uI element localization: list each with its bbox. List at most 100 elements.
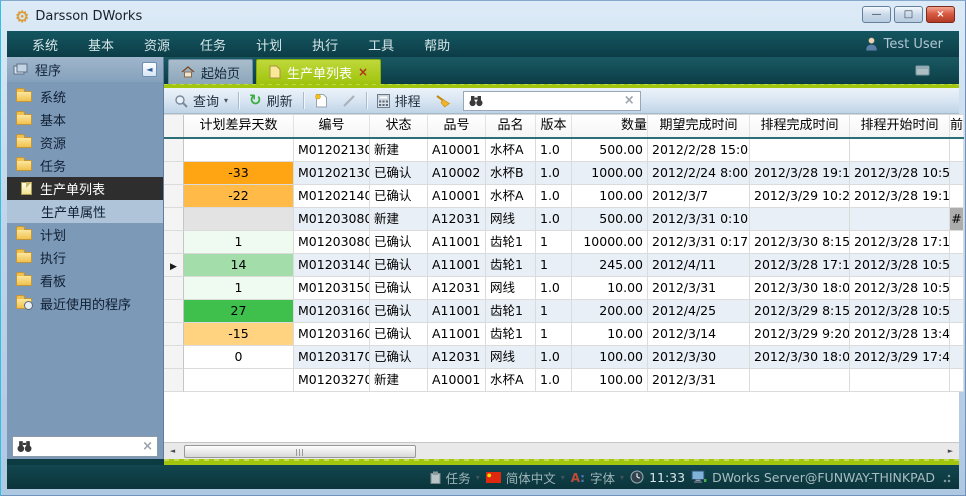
production-order-table: 计划差异天数 编号 状态 品号 品名 版本 数量 期望完成时间 排程完成时间 排… — [164, 114, 964, 392]
sidebar-item[interactable]: 资源 — [7, 131, 163, 154]
user-badge[interactable]: Test User — [865, 37, 949, 52]
sidebar-item[interactable]: 任务 — [7, 154, 163, 177]
table-header-row: 计划差异天数 编号 状态 品号 品名 版本 数量 期望完成时间 排程完成时间 排… — [164, 114, 964, 139]
tab-close-icon[interactable]: × — [358, 66, 368, 78]
cell-order-no: M012030802 — [294, 231, 370, 254]
header-diff-days[interactable]: 计划差异天数 — [184, 115, 294, 137]
grid-filter-input[interactable] — [488, 94, 619, 108]
table-row[interactable]: M012032701 新建 A10001 水杯A 1.0 100.00 2012… — [164, 369, 964, 392]
table-row[interactable]: ▶ 14 M012031402 已确认 A11001 齿轮1 1 245.00 … — [164, 254, 964, 277]
table-row[interactable]: -15 M012031602 已确认 A11001 齿轮1 1 10.00 20… — [164, 323, 964, 346]
menu-item[interactable]: 任务 — [185, 35, 241, 54]
status-task-menu[interactable]: 任务 ▾ — [430, 468, 480, 487]
language-caret-icon: ▾ — [561, 473, 565, 482]
sidebar-search-box: × — [12, 436, 158, 457]
resize-grip[interactable] — [941, 471, 951, 483]
menu-item[interactable]: 系统 — [17, 35, 73, 54]
cell-sched-finish: 2012/3/30 8:15 — [750, 231, 850, 254]
menu-item[interactable]: 帮助 — [409, 35, 465, 54]
sidebar-item[interactable]: 看板 — [7, 269, 163, 292]
header-expected-finish[interactable]: 期望完成时间 — [648, 115, 750, 137]
sidebar-item-label: 系统 — [40, 87, 66, 106]
scroll-right-button[interactable]: ► — [942, 443, 959, 459]
title-bar[interactable]: ⚙ Darsson DWorks — □ × — [7, 1, 959, 31]
sidebar-item[interactable]: 生产单属性 — [7, 200, 163, 223]
header-sched-finish[interactable]: 排程完成时间 — [750, 115, 850, 137]
scrollbar-thumb[interactable] — [184, 445, 416, 458]
tab-home[interactable]: 起始页 — [168, 59, 253, 84]
table-row[interactable]: M012021301 新建 A10001 水杯A 1.0 500.00 2012… — [164, 139, 964, 162]
cell-sched-start — [850, 208, 950, 231]
grid-filter-clear-icon[interactable]: × — [624, 94, 635, 107]
cell-diff-days — [184, 369, 294, 392]
sidebar-item-icon — [21, 182, 32, 195]
cell-item-no: A12031 — [428, 346, 486, 369]
sidebar-item-label: 生产单列表 — [40, 179, 105, 198]
app-logo-gear-icon: ⚙ — [15, 7, 29, 26]
tab-production-order-list[interactable]: 生产单列表 × — [256, 59, 381, 84]
menu-item[interactable]: 基本 — [73, 35, 129, 54]
refresh-button[interactable]: ↻ 刷新 — [245, 89, 297, 112]
cell-diff-days: 27 — [184, 300, 294, 323]
menu-item[interactable]: 执行 — [297, 35, 353, 54]
cell-order-no: M012031501 — [294, 277, 370, 300]
header-clipped-column[interactable]: 前 — [950, 115, 964, 137]
cell-quantity: 245.00 — [572, 254, 648, 277]
table-row[interactable]: -33 M012021302 已确认 A10002 水杯B 1.0 1000.0… — [164, 162, 964, 185]
header-version[interactable]: 版本 — [536, 115, 572, 137]
header-item-no[interactable]: 品号 — [428, 115, 486, 137]
sidebar-item[interactable]: 系统 — [7, 85, 163, 108]
new-record-button[interactable] — [310, 91, 332, 110]
header-sched-start[interactable]: 排程开始时间 — [850, 115, 950, 137]
sidebar-search-clear-icon[interactable]: × — [142, 440, 153, 453]
close-button[interactable]: × — [926, 6, 955, 23]
edit-record-button[interactable] — [338, 92, 360, 110]
grid-filter-box: × — [463, 91, 641, 111]
status-font-menu[interactable]: A: 字体 ▾ — [571, 468, 624, 487]
schedule-button[interactable]: 排程 — [373, 89, 425, 112]
sidebar-item[interactable]: 最近使用的程序 — [7, 292, 163, 315]
clear-schedule-button[interactable] — [431, 92, 455, 110]
header-order-no[interactable]: 编号 — [294, 115, 370, 137]
cell-status: 已确认 — [370, 346, 428, 369]
window-list-icon[interactable] — [915, 63, 931, 76]
table-row[interactable]: M012030801 新建 A12031 网线 1.0 500.00 2012/… — [164, 208, 964, 231]
cell-item-no: A12031 — [428, 208, 486, 231]
menu-item[interactable]: 计划 — [241, 35, 297, 54]
header-status[interactable]: 状态 — [370, 115, 428, 137]
sidebar-collapse-button[interactable]: ◄ — [142, 62, 157, 77]
minimize-button[interactable]: — — [862, 6, 891, 23]
row-indicator — [164, 369, 184, 392]
row-indicator — [164, 346, 184, 369]
cell-diff-days: 0 — [184, 346, 294, 369]
table-row[interactable]: 1 M012031501 已确认 A12031 网线 1.0 10.00 201… — [164, 277, 964, 300]
row-indicator — [164, 185, 184, 208]
sidebar-item[interactable]: 基本 — [7, 108, 163, 131]
table-row[interactable]: 27 M012031601 已确认 A11001 齿轮1 1 200.00 20… — [164, 300, 964, 323]
sidebar-search-input[interactable] — [36, 440, 138, 454]
home-icon — [181, 66, 195, 78]
status-language-menu[interactable]: 简体中文 ▾ — [486, 468, 565, 487]
cell-order-no: M012021302 — [294, 162, 370, 185]
cell-clipped — [950, 254, 964, 277]
table-row[interactable]: 1 M012030802 已确认 A11001 齿轮1 1 10000.00 2… — [164, 231, 964, 254]
maximize-button[interactable]: □ — [894, 6, 923, 23]
cell-item-no: A11001 — [428, 323, 486, 346]
cell-quantity: 100.00 — [572, 346, 648, 369]
sidebar-item[interactable]: 生产单列表 — [7, 177, 163, 200]
sidebar-item[interactable]: 执行 — [7, 246, 163, 269]
cell-item-name: 齿轮1 — [486, 254, 536, 277]
cell-expected-finish: 2012/3/30 — [648, 346, 750, 369]
scroll-left-button[interactable]: ◄ — [164, 443, 181, 459]
query-dropdown-caret-icon[interactable]: ▾ — [224, 96, 228, 105]
table-row[interactable]: -22 M012021401 已确认 A10001 水杯A 1.0 100.00… — [164, 185, 964, 208]
table-row[interactable]: 0 M012031701 已确认 A12031 网线 1.0 100.00 20… — [164, 346, 964, 369]
menu-item[interactable]: 工具 — [353, 35, 409, 54]
query-button[interactable]: 查询 ▾ — [170, 89, 232, 112]
horizontal-scrollbar[interactable]: ◄ ► — [164, 442, 959, 459]
status-clock: 11:33 — [630, 470, 685, 485]
sidebar-item[interactable]: 计划 — [7, 223, 163, 246]
menu-item[interactable]: 资源 — [129, 35, 185, 54]
header-quantity[interactable]: 数量 — [572, 115, 648, 137]
header-item-name[interactable]: 品名 — [486, 115, 536, 137]
